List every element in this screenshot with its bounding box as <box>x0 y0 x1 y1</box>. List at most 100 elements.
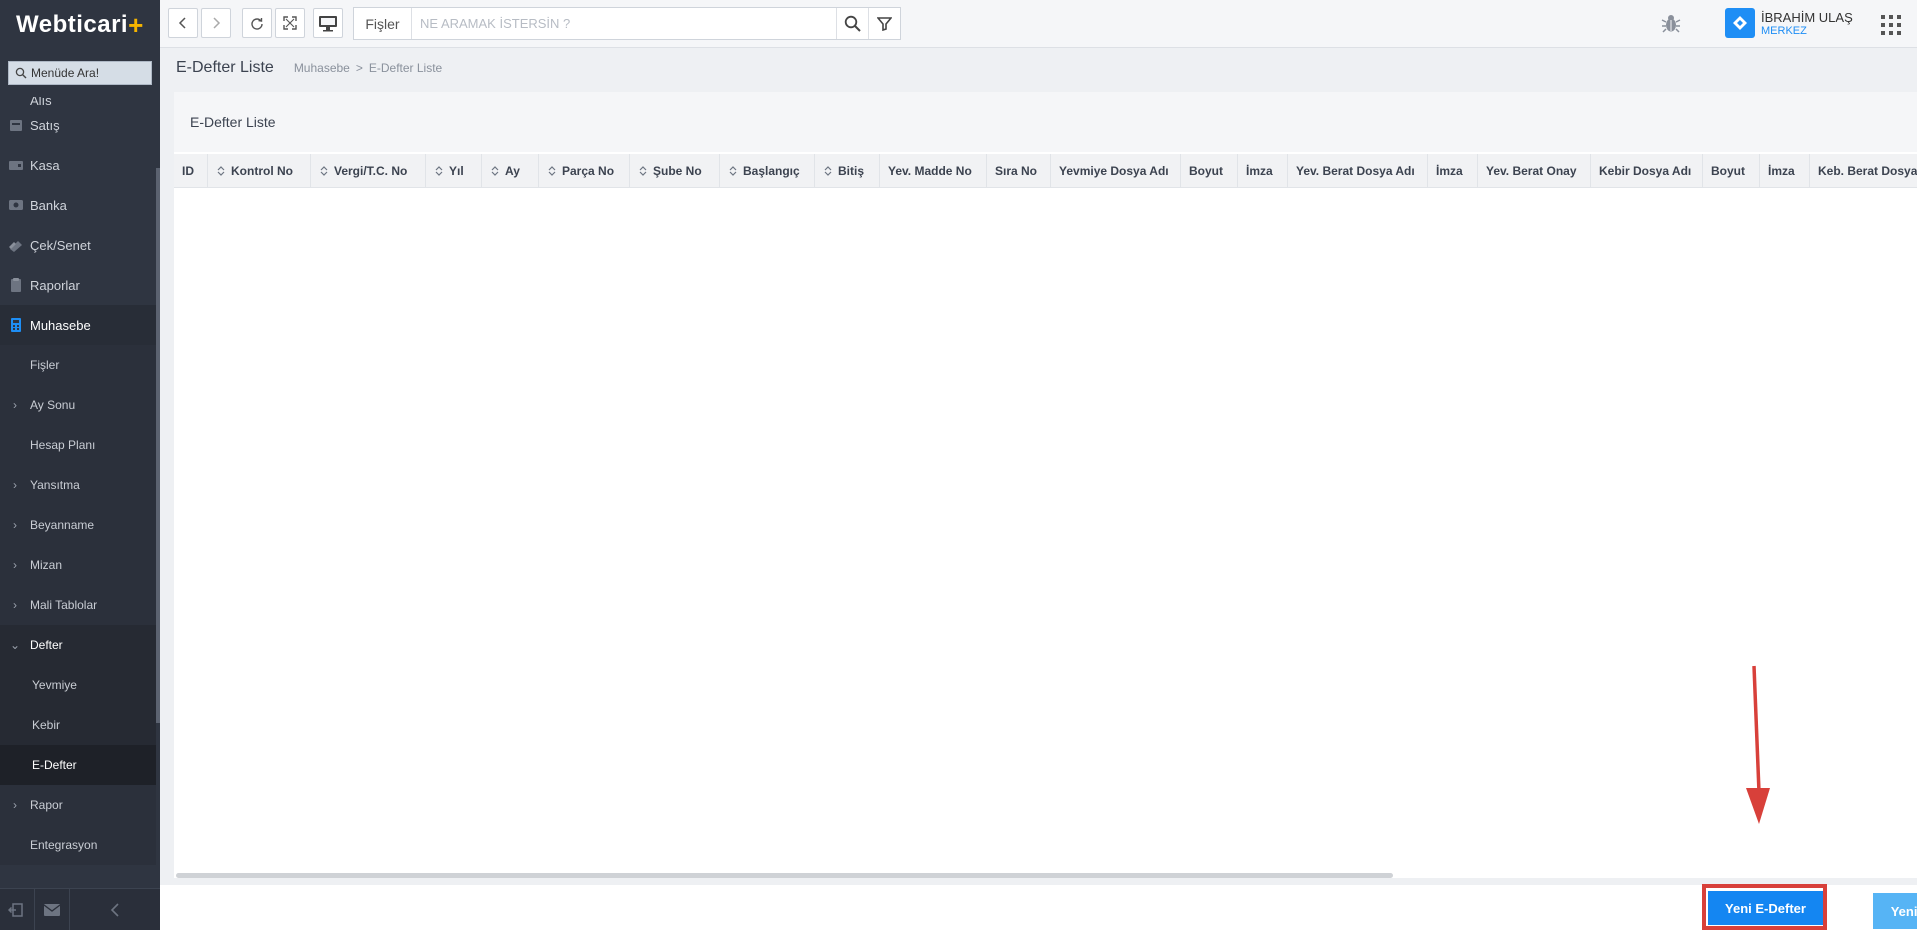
sidebar-item-banka[interactable]: Banka <box>0 185 156 225</box>
submenu-item-label: Hesap Planı <box>30 438 96 452</box>
column-header-label: ID <box>182 164 194 178</box>
app-logo[interactable]: Webticari + <box>0 0 160 50</box>
column-header[interactable]: Başlangıç <box>720 154 815 188</box>
content-panel: E-Defter Liste ID Kontrol No Vergi/T.C. No… <box>174 92 1917 878</box>
grid-icon <box>1881 15 1901 35</box>
fullscreen-button[interactable] <box>275 8 305 38</box>
logo-text: Webticari <box>16 11 129 38</box>
logout-button[interactable] <box>0 889 35 930</box>
sidebar-item-raporlar[interactable]: Raporlar <box>0 265 156 305</box>
column-header: İmza <box>1428 154 1478 188</box>
submenu-item-ay-sonu[interactable]: › Ay Sonu <box>0 385 156 425</box>
submenu-item-mali-tablolar[interactable]: › Mali Tablolar <box>0 585 156 625</box>
refresh-button[interactable] <box>242 8 272 38</box>
sort-icon <box>729 166 737 176</box>
submenu-item-mizan[interactable]: › Mizan <box>0 545 156 585</box>
apps-menu-button[interactable] <box>1880 14 1902 41</box>
annotation-arrow-icon <box>1746 665 1770 824</box>
chevron-right-icon: › <box>13 558 17 572</box>
column-header-label: Kontrol No <box>231 164 293 178</box>
column-header[interactable]: Ay <box>482 154 539 188</box>
submenu-item-label: Rapor <box>30 798 63 812</box>
column-header-label: İmza <box>1436 164 1463 178</box>
refresh-icon <box>251 18 263 30</box>
bank-icon <box>9 200 23 210</box>
submenu-item-hesap-plani[interactable]: Hesap Planı <box>0 425 156 465</box>
chevron-left-icon <box>178 17 186 29</box>
sort-icon <box>435 166 443 176</box>
filter-icon <box>877 17 892 31</box>
column-header-label: Boyut <box>1711 164 1745 178</box>
forward-button[interactable] <box>201 8 231 38</box>
table-horizontal-scrollbar[interactable] <box>176 873 1393 878</box>
submenu-item-label: Beyanname <box>30 518 95 532</box>
column-header[interactable]: Parça No <box>539 154 630 188</box>
search-category-select[interactable]: Fişler <box>354 8 412 39</box>
bug-report-button[interactable] <box>1660 12 1682 39</box>
column-header[interactable]: Şube No <box>630 154 720 188</box>
sidebar-footer <box>0 888 160 930</box>
topbar: Fişler İBRAHİM ULAŞ MERKEZ <box>160 0 1917 48</box>
refresh-list-button[interactable]: Yenile <box>1873 893 1917 929</box>
page-title: E-Defter Liste <box>176 59 274 76</box>
collapse-sidebar-button[interactable] <box>70 889 160 930</box>
sidebar-item-label: Alış <box>30 97 52 105</box>
submenu-item-yansitma[interactable]: › Yansıtma <box>0 465 156 505</box>
sidebar-scrollbar[interactable] <box>156 168 160 723</box>
column-header-label: Yev. Madde No <box>888 164 972 178</box>
sidebar-item-alis[interactable]: Alış <box>0 95 156 105</box>
submenu-item-entegrasyon[interactable]: Entegrasyon <box>0 825 156 865</box>
column-header: Yevmiye Dosya Adı <box>1051 154 1181 188</box>
submenu-item-e-defter[interactable]: E-Defter <box>0 745 156 785</box>
highlight-box <box>1702 884 1827 930</box>
column-header[interactable]: Vergi/T.C. No <box>311 154 426 188</box>
submenu-item-kebir[interactable]: Kebir <box>0 705 156 745</box>
action-bar <box>160 885 1917 930</box>
search-button[interactable] <box>836 8 868 39</box>
submenu-item-rapor[interactable]: › Rapor <box>0 785 156 825</box>
back-button[interactable] <box>168 8 198 38</box>
column-header: Yev. Berat Onay <box>1478 154 1591 188</box>
sort-icon <box>548 166 556 176</box>
avatar <box>1725 8 1755 38</box>
filter-button[interactable] <box>868 8 900 39</box>
user-menu[interactable]: İBRAHİM ULAŞ MERKEZ <box>1725 8 1853 38</box>
column-header: İmza <box>1238 154 1288 188</box>
sidebar-item-cek-senet[interactable]: Çek/Senet <box>0 225 156 265</box>
breadcrumb-bar: E-Defter Liste Muhasebe > E-Defter Liste <box>160 48 1917 88</box>
submenu-item-fisler[interactable]: Fişler <box>0 345 156 385</box>
menu-search-input[interactable]: Menüde Ara! <box>8 61 152 85</box>
sort-icon <box>217 166 225 176</box>
column-header: ID <box>174 154 208 188</box>
column-header: Boyut <box>1181 154 1238 188</box>
breadcrumb-current: E-Defter Liste <box>368 61 443 75</box>
submenu-item-label: Mali Tablolar <box>30 598 98 612</box>
breadcrumb-parent[interactable]: Muhasebe <box>294 61 350 75</box>
submenu-item-beyanname[interactable]: › Beyanname <box>0 505 156 545</box>
column-header-label: Yıl <box>449 164 464 178</box>
column-header-label: İmza <box>1768 164 1795 178</box>
sidebar-item-satis[interactable]: Satış <box>0 105 156 145</box>
table-header: ID Kontrol No Vergi/T.C. No Yıl Ay Parça No Şu… <box>174 154 1917 188</box>
column-header[interactable]: Kontrol No <box>208 154 311 188</box>
submenu-item-label: Defter <box>30 638 63 652</box>
sidebar-item-label: Raporlar <box>30 277 80 293</box>
diamond-icon <box>1733 16 1747 30</box>
sort-icon <box>320 166 328 176</box>
display-button[interactable] <box>313 8 343 38</box>
column-header[interactable]: Yıl <box>426 154 482 188</box>
sidebar-item-label: Kasa <box>30 157 60 173</box>
cart-icon <box>10 120 22 131</box>
sidebar-item-muhasebe[interactable]: Muhasebe <box>0 305 156 345</box>
submenu-item-defter[interactable]: ⌄ Defter <box>0 625 156 665</box>
submenu-item-label: Yevmiye <box>32 678 77 692</box>
chevron-right-icon: › <box>13 398 17 412</box>
column-header[interactable]: Bitiş <box>815 154 880 188</box>
messages-button[interactable] <box>35 889 70 930</box>
global-search-input[interactable] <box>412 8 836 39</box>
chevron-right-icon: › <box>13 518 17 532</box>
sidebar-item-kasa[interactable]: Kasa <box>0 145 156 185</box>
check-note-icon <box>9 241 22 252</box>
submenu-item-yevmiye[interactable]: Yevmiye <box>0 665 156 705</box>
calculator-icon <box>11 318 21 332</box>
